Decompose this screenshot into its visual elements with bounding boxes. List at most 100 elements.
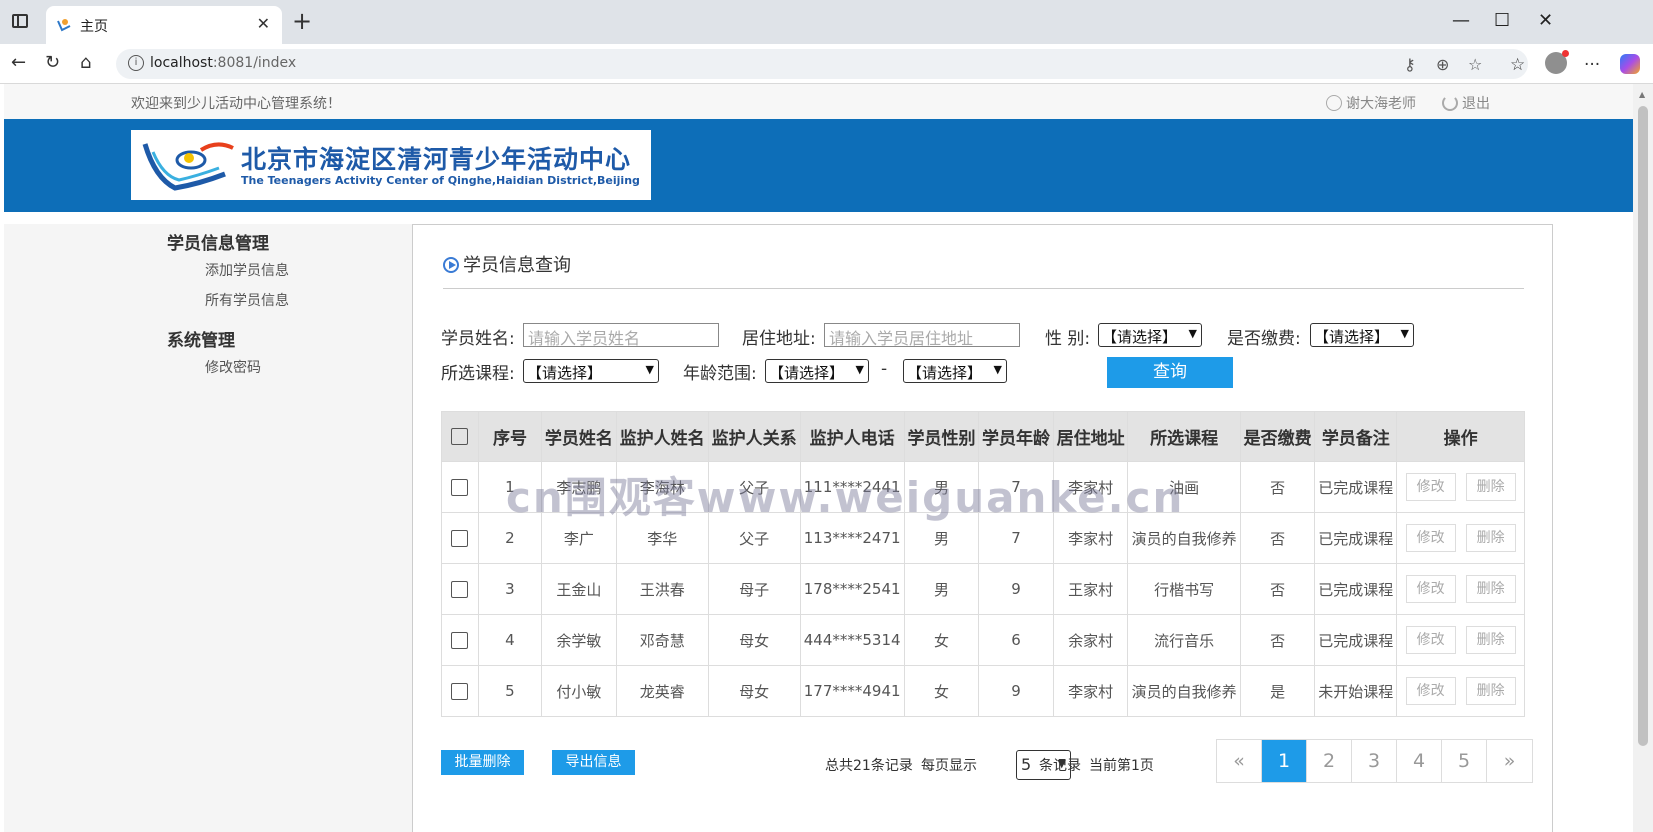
table-cell: 4 [477, 614, 543, 666]
scrollbar-thumb[interactable] [1638, 106, 1648, 746]
table-cell: 余家村 [1052, 614, 1129, 666]
age-to-select[interactable]: 【请选择】 ▼ [903, 359, 1007, 383]
address-input[interactable]: 请输入学员居住地址 [824, 323, 1020, 348]
delete-button[interactable]: 删除 [1465, 626, 1516, 654]
page-button[interactable]: 1 [1262, 740, 1307, 782]
per-page-label: 每页显示 [921, 758, 977, 774]
table-cell: 178****2541 [799, 563, 905, 615]
column-header: 居住地址 [1052, 411, 1129, 462]
row-select-cell [441, 563, 479, 615]
favorites-icon[interactable]: ☆ [1510, 55, 1525, 75]
table-cell: 母女 [707, 665, 801, 717]
center-logo: 北京市海淀区清河青少年活动中心 The Teenagers Activity C… [131, 130, 651, 200]
paid-select[interactable]: 【请选择】 ▼ [1310, 323, 1414, 347]
table-cell: 未开始课程 [1314, 665, 1398, 717]
new-tab-icon[interactable]: + [292, 9, 312, 33]
url-path: :8081/index [212, 55, 297, 71]
zoom-icon[interactable]: ⊕ [1436, 55, 1449, 74]
table-cell: 否 [1239, 614, 1316, 666]
key-icon[interactable]: ⚷ [1404, 55, 1416, 74]
profile-avatar[interactable] [1545, 50, 1569, 74]
next-page-button[interactable]: » [1487, 740, 1532, 782]
browser-tab-strip: 主页 ✕ + — ☐ ✕ [0, 0, 1653, 44]
home-icon[interactable]: ⌂ [80, 52, 91, 73]
export-button[interactable]: 导出信息 [552, 750, 635, 775]
table-cell: 否 [1239, 461, 1316, 513]
logout-link[interactable]: 退出 [1442, 93, 1490, 113]
row-checkbox[interactable] [451, 632, 469, 649]
more-icon[interactable]: ··· [1584, 55, 1600, 75]
select-all-checkbox[interactable] [451, 428, 469, 445]
user-link[interactable]: 谢大海老师 [1326, 93, 1416, 113]
page-button[interactable]: 4 [1397, 740, 1442, 782]
url-field[interactable]: i localhost:8081/index ⚷ ⊕ ☆ [116, 49, 1528, 79]
batch-delete-button[interactable]: 批量删除 [441, 750, 524, 775]
divider [443, 288, 1524, 289]
maximize-icon[interactable]: ☐ [1494, 10, 1510, 31]
sidebar-item-all-students[interactable]: 所有学员信息 [205, 290, 289, 310]
edit-button[interactable]: 修改 [1405, 473, 1456, 501]
row-checkbox[interactable] [451, 581, 469, 598]
table-row: 3 王金山 王洪春 母子 178****2541 男 9 王家村 行楷书写否已完成课程 修改 删除 [441, 563, 1525, 615]
edit-button[interactable]: 修改 [1405, 626, 1456, 654]
column-header: 监护人姓名 [615, 411, 709, 462]
copilot-icon[interactable] [1620, 54, 1640, 74]
chevron-down-icon: ▼ [1400, 327, 1409, 340]
table-cell: 5 [477, 665, 543, 717]
sidebar-toggle-icon[interactable] [12, 14, 28, 28]
actions-cell: 修改 删除 [1396, 461, 1525, 513]
scroll-up-icon[interactable]: ▲ [1639, 90, 1645, 99]
row-checkbox[interactable] [451, 683, 469, 700]
logo-english-name: The Teenagers Activity Center of Qinghe,… [241, 174, 640, 187]
table-cell: 母子 [707, 563, 801, 615]
window-close-icon[interactable]: ✕ [1538, 10, 1553, 31]
page-scrollbar[interactable]: ▲ [1633, 84, 1653, 832]
site-info-icon[interactable]: i [128, 55, 144, 71]
row-checkbox[interactable] [451, 530, 469, 547]
query-button[interactable]: 查询 [1107, 357, 1233, 388]
edit-button[interactable]: 修改 [1405, 575, 1456, 603]
gender-select[interactable]: 【请选择】 ▼ [1098, 323, 1202, 347]
sidebar-item-add-student[interactable]: 添加学员信息 [205, 260, 289, 280]
sidebar-group-system: 系统管理 [167, 331, 235, 351]
browser-tab[interactable]: 主页 ✕ [46, 6, 282, 44]
page-button[interactable]: 2 [1307, 740, 1352, 782]
name-input[interactable]: 请输入学员姓名 [523, 323, 719, 348]
delete-button[interactable]: 删除 [1465, 473, 1516, 501]
table-cell: 3 [477, 563, 543, 615]
header-banner: 北京市海淀区清河青少年活动中心 The Teenagers Activity C… [4, 119, 1633, 212]
row-checkbox[interactable] [451, 479, 469, 496]
table-cell: 177****4941 [799, 665, 905, 717]
age-separator: - [881, 359, 888, 379]
sidebar-item-change-password[interactable]: 修改密码 [205, 357, 261, 377]
delete-button[interactable]: 删除 [1465, 575, 1516, 603]
favorite-star-icon[interactable]: ☆ [1468, 55, 1482, 74]
page-button[interactable]: 3 [1352, 740, 1397, 782]
top-info-bar: 欢迎来到少儿活动中心管理系统！ 谢大海老师 退出 [4, 84, 1633, 119]
prev-page-button[interactable]: « [1217, 740, 1262, 782]
age-from-select[interactable]: 【请选择】 ▼ [765, 359, 869, 383]
total-records: 总共21条记录 [825, 758, 913, 774]
table-cell: 邓奇慧 [615, 614, 709, 666]
table-cell: 演员的自我修养 [1127, 665, 1241, 717]
table-cell: 母女 [707, 614, 801, 666]
delete-button[interactable]: 删除 [1465, 677, 1516, 705]
delete-button[interactable]: 删除 [1465, 524, 1516, 552]
table-row: 4 余学敏 邓奇慧 母女 444****5314 女 6 余家村 流行音乐否已完成课程 修改 删除 [441, 614, 1525, 666]
reload-icon[interactable]: ↻ [45, 52, 60, 73]
edit-button[interactable]: 修改 [1405, 677, 1456, 705]
page-button[interactable]: 5 [1442, 740, 1487, 782]
welcome-text: 欢迎来到少儿活动中心管理系统！ [131, 96, 341, 112]
minimize-icon[interactable]: — [1452, 10, 1470, 31]
table-cell: 王家村 [1052, 563, 1129, 615]
edit-button[interactable]: 修改 [1405, 524, 1456, 552]
logo-chinese-name: 北京市海淀区清河青少年活动中心 [241, 145, 632, 174]
sidebar-group-student: 学员信息管理 [167, 234, 269, 254]
close-tab-icon[interactable]: ✕ [257, 14, 270, 33]
table-cell: 龙英睿 [615, 665, 709, 717]
course-select[interactable]: 【请选择】 ▼ [523, 359, 659, 383]
paid-select-value: 【请选择】 [1314, 328, 1390, 346]
back-icon[interactable]: ← [11, 52, 26, 73]
select-all-cell [441, 411, 479, 462]
address-label: 居住地址: [742, 329, 816, 349]
